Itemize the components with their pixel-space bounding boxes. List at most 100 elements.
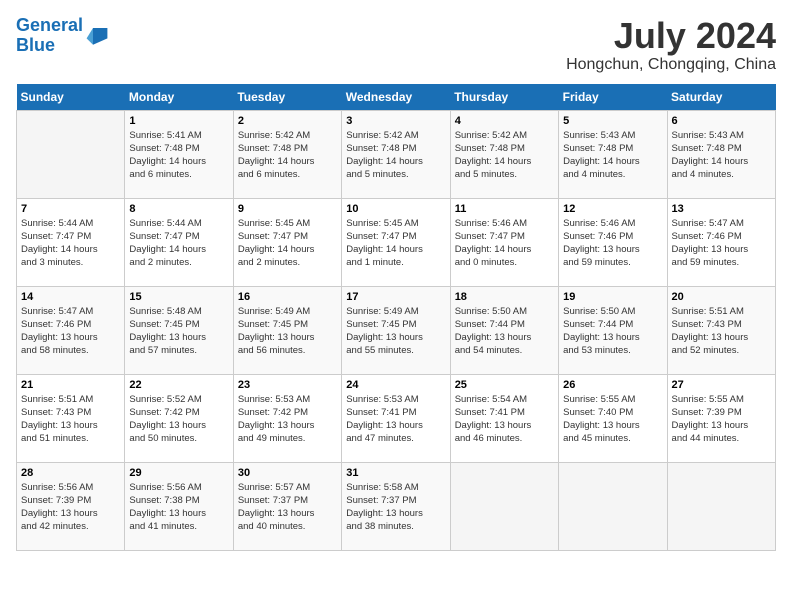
calendar-cell <box>450 462 558 550</box>
day-number: 29 <box>129 467 228 479</box>
calendar-cell: 23 Sunrise: 5:53 AMSunset: 7:42 PMDayligh… <box>233 374 341 462</box>
day-info: Sunrise: 5:54 AMSunset: 7:41 PMDaylight:… <box>455 393 554 446</box>
calendar-cell: 8 Sunrise: 5:44 AMSunset: 7:47 PMDaylight… <box>125 198 233 286</box>
header-day-friday: Friday <box>559 84 667 111</box>
day-number: 20 <box>672 291 771 303</box>
calendar-cell <box>559 462 667 550</box>
day-info: Sunrise: 5:55 AMSunset: 7:40 PMDaylight:… <box>563 393 662 446</box>
logo-icon <box>85 24 109 48</box>
day-info: Sunrise: 5:57 AMSunset: 7:37 PMDaylight:… <box>238 481 337 534</box>
day-info: Sunrise: 5:43 AMSunset: 7:48 PMDaylight:… <box>672 129 771 182</box>
day-info: Sunrise: 5:53 AMSunset: 7:42 PMDaylight:… <box>238 393 337 446</box>
calendar-week-2: 7 Sunrise: 5:44 AMSunset: 7:47 PMDaylight… <box>17 198 776 286</box>
page-header: General Blue July 2024 Hongchun, Chongqi… <box>16 16 776 74</box>
header-day-thursday: Thursday <box>450 84 558 111</box>
calendar-header-row: SundayMondayTuesdayWednesdayThursdayFrid… <box>17 84 776 111</box>
day-info: Sunrise: 5:56 AMSunset: 7:38 PMDaylight:… <box>129 481 228 534</box>
day-number: 10 <box>346 203 445 215</box>
calendar-cell <box>17 110 125 198</box>
day-number: 6 <box>672 115 771 127</box>
day-number: 28 <box>21 467 120 479</box>
title-block: July 2024 Hongchun, Chongqing, China <box>566 16 776 74</box>
day-info: Sunrise: 5:43 AMSunset: 7:48 PMDaylight:… <box>563 129 662 182</box>
logo: General Blue <box>16 16 109 56</box>
day-number: 7 <box>21 203 120 215</box>
day-info: Sunrise: 5:58 AMSunset: 7:37 PMDaylight:… <box>346 481 445 534</box>
day-info: Sunrise: 5:48 AMSunset: 7:45 PMDaylight:… <box>129 305 228 358</box>
day-number: 31 <box>346 467 445 479</box>
day-number: 8 <box>129 203 228 215</box>
day-number: 23 <box>238 379 337 391</box>
calendar-cell: 19 Sunrise: 5:50 AMSunset: 7:44 PMDayligh… <box>559 286 667 374</box>
day-info: Sunrise: 5:49 AMSunset: 7:45 PMDaylight:… <box>238 305 337 358</box>
day-number: 1 <box>129 115 228 127</box>
calendar-cell: 20 Sunrise: 5:51 AMSunset: 7:43 PMDayligh… <box>667 286 775 374</box>
day-number: 26 <box>563 379 662 391</box>
day-info: Sunrise: 5:49 AMSunset: 7:45 PMDaylight:… <box>346 305 445 358</box>
calendar-cell: 17Sunrise: 5:49 AMSunset: 7:45 PMDayligh… <box>342 286 450 374</box>
calendar-cell: 4 Sunrise: 5:42 AMSunset: 7:48 PMDaylight… <box>450 110 558 198</box>
calendar-cell: 28 Sunrise: 5:56 AMSunset: 7:39 PMDayligh… <box>17 462 125 550</box>
day-number: 4 <box>455 115 554 127</box>
header-day-wednesday: Wednesday <box>342 84 450 111</box>
logo-text: General Blue <box>16 16 83 56</box>
calendar-week-3: 14 Sunrise: 5:47 AMSunset: 7:46 PMDayligh… <box>17 286 776 374</box>
day-info: Sunrise: 5:51 AMSunset: 7:43 PMDaylight:… <box>672 305 771 358</box>
day-number: 21 <box>21 379 120 391</box>
day-number: 3 <box>346 115 445 127</box>
calendar-cell: 21 Sunrise: 5:51 AMSunset: 7:43 PMDayligh… <box>17 374 125 462</box>
calendar-cell: 6 Sunrise: 5:43 AMSunset: 7:48 PMDaylight… <box>667 110 775 198</box>
day-info: Sunrise: 5:44 AMSunset: 7:47 PMDaylight:… <box>21 217 120 270</box>
calendar-week-5: 28 Sunrise: 5:56 AMSunset: 7:39 PMDayligh… <box>17 462 776 550</box>
calendar-cell: 2 Sunrise: 5:42 AMSunset: 7:48 PMDaylight… <box>233 110 341 198</box>
calendar-cell: 1 Sunrise: 5:41 AMSunset: 7:48 PMDaylight… <box>125 110 233 198</box>
day-number: 22 <box>129 379 228 391</box>
day-info: Sunrise: 5:42 AMSunset: 7:48 PMDaylight:… <box>238 129 337 182</box>
day-number: 9 <box>238 203 337 215</box>
day-info: Sunrise: 5:45 AMSunset: 7:47 PMDaylight:… <box>238 217 337 270</box>
day-info: Sunrise: 5:50 AMSunset: 7:44 PMDaylight:… <box>563 305 662 358</box>
day-number: 18 <box>455 291 554 303</box>
calendar-cell <box>667 462 775 550</box>
calendar-week-1: 1 Sunrise: 5:41 AMSunset: 7:48 PMDaylight… <box>17 110 776 198</box>
day-info: Sunrise: 5:42 AMSunset: 7:48 PMDaylight:… <box>346 129 445 182</box>
calendar-cell: 29 Sunrise: 5:56 AMSunset: 7:38 PMDayligh… <box>125 462 233 550</box>
calendar-cell: 18 Sunrise: 5:50 AMSunset: 7:44 PMDayligh… <box>450 286 558 374</box>
day-info: Sunrise: 5:56 AMSunset: 7:39 PMDaylight:… <box>21 481 120 534</box>
day-number: 12 <box>563 203 662 215</box>
calendar-cell: 30 Sunrise: 5:57 AMSunset: 7:37 PMDayligh… <box>233 462 341 550</box>
day-number: 15 <box>129 291 228 303</box>
calendar-cell: 12 Sunrise: 5:46 AMSunset: 7:46 PMDayligh… <box>559 198 667 286</box>
day-info: Sunrise: 5:50 AMSunset: 7:44 PMDaylight:… <box>455 305 554 358</box>
calendar-cell: 11Sunrise: 5:46 AMSunset: 7:47 PMDayligh… <box>450 198 558 286</box>
day-info: Sunrise: 5:52 AMSunset: 7:42 PMDaylight:… <box>129 393 228 446</box>
day-number: 19 <box>563 291 662 303</box>
day-number: 27 <box>672 379 771 391</box>
day-number: 2 <box>238 115 337 127</box>
calendar-cell: 24 Sunrise: 5:53 AMSunset: 7:41 PMDayligh… <box>342 374 450 462</box>
calendar-cell: 16 Sunrise: 5:49 AMSunset: 7:45 PMDayligh… <box>233 286 341 374</box>
day-info: Sunrise: 5:47 AMSunset: 7:46 PMDaylight:… <box>21 305 120 358</box>
day-info: Sunrise: 5:53 AMSunset: 7:41 PMDaylight:… <box>346 393 445 446</box>
calendar-cell: 26 Sunrise: 5:55 AMSunset: 7:40 PMDayligh… <box>559 374 667 462</box>
calendar-cell: 7 Sunrise: 5:44 AMSunset: 7:47 PMDaylight… <box>17 198 125 286</box>
day-number: 24 <box>346 379 445 391</box>
calendar-cell: 22 Sunrise: 5:52 AMSunset: 7:42 PMDayligh… <box>125 374 233 462</box>
day-number: 30 <box>238 467 337 479</box>
calendar-cell: 14 Sunrise: 5:47 AMSunset: 7:46 PMDayligh… <box>17 286 125 374</box>
calendar-cell: 31 Sunrise: 5:58 AMSunset: 7:37 PMDayligh… <box>342 462 450 550</box>
day-info: Sunrise: 5:44 AMSunset: 7:47 PMDaylight:… <box>129 217 228 270</box>
day-number: 14 <box>21 291 120 303</box>
day-number: 16 <box>238 291 337 303</box>
header-day-monday: Monday <box>125 84 233 111</box>
calendar-cell: 9 Sunrise: 5:45 AMSunset: 7:47 PMDaylight… <box>233 198 341 286</box>
day-info: Sunrise: 5:46 AMSunset: 7:47 PMDaylight:… <box>455 217 554 270</box>
calendar-cell: 3 Sunrise: 5:42 AMSunset: 7:48 PMDaylight… <box>342 110 450 198</box>
day-number: 25 <box>455 379 554 391</box>
header-day-saturday: Saturday <box>667 84 775 111</box>
day-info: Sunrise: 5:51 AMSunset: 7:43 PMDaylight:… <box>21 393 120 446</box>
day-info: Sunrise: 5:41 AMSunset: 7:48 PMDaylight:… <box>129 129 228 182</box>
location-title: Hongchun, Chongqing, China <box>566 56 776 74</box>
day-info: Sunrise: 5:42 AMSunset: 7:48 PMDaylight:… <box>455 129 554 182</box>
day-info: Sunrise: 5:46 AMSunset: 7:46 PMDaylight:… <box>563 217 662 270</box>
